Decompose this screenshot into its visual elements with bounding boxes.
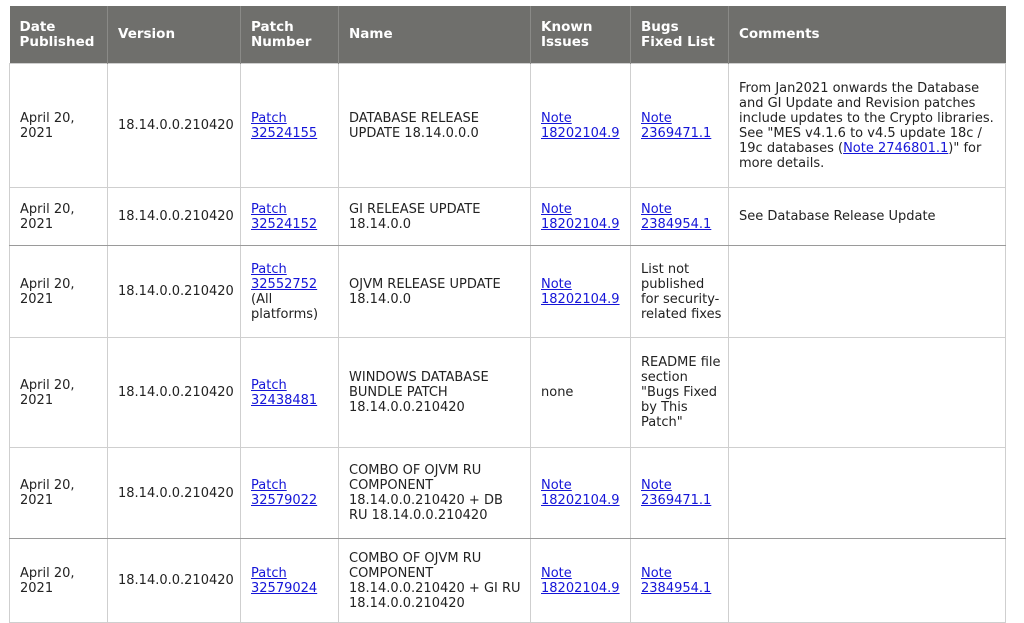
cell-version: 18.14.0.0.210420 (107, 447, 241, 539)
cell-known-issues: Note 18202104.9 (530, 447, 631, 539)
header-patch-number: Patch Number (240, 6, 339, 64)
header-name: Name (338, 6, 531, 64)
table-row: April 20, 2021 18.14.0.0.210420 Patch 3252… (9, 63, 1006, 188)
patch-link[interactable]: Patch 32579024 (251, 566, 317, 596)
cell-known-issues: Note 18202104.9 (530, 245, 631, 338)
cell-known-issues: Note 18202104.9 (530, 63, 631, 188)
table-row: April 20, 2021 18.14.0.0.210420 Patch 3257… (9, 538, 1006, 623)
cell-name: COMBO OF OJVM RU COMPONENT 18.14.0.0.210… (338, 538, 531, 623)
bugs-fixed-link[interactable]: Note 2384954.1 (641, 202, 711, 232)
header-known-issues: Known Issues (530, 6, 631, 64)
cell-comments (728, 447, 1006, 539)
cell-bugs-fixed-list: Note 2369471.1 (630, 447, 729, 539)
known-issues-link[interactable]: Note 18202104.9 (541, 111, 620, 141)
cell-name: GI RELEASE UPDATE 18.14.0.0 (338, 187, 531, 246)
cell-known-issues: none (530, 337, 631, 448)
cell-version: 18.14.0.0.210420 (107, 63, 241, 188)
cell-patch-number: Patch 32552752 (All platforms) (240, 245, 339, 338)
cell-version: 18.14.0.0.210420 (107, 187, 241, 246)
known-issues-text: none (541, 385, 574, 400)
patch-link[interactable]: Patch 32438481 (251, 378, 317, 408)
cell-comments (728, 538, 1006, 623)
table-row: April 20, 2021 18.14.0.0.210420 Patch 3257… (9, 447, 1006, 539)
header-date-published: Date Published (9, 6, 108, 64)
known-issues-link[interactable]: Note 18202104.9 (541, 478, 620, 508)
cell-name: WINDOWS DATABASE BUNDLE PATCH 18.14.0.0.… (338, 337, 531, 448)
cell-date-published: April 20, 2021 (9, 187, 108, 246)
bugs-fixed-text: README file section "Bugs Fixed by This … (641, 355, 721, 430)
cell-name: OJVM RELEASE UPDATE 18.14.0.0 (338, 245, 531, 338)
cell-version: 18.14.0.0.210420 (107, 538, 241, 623)
cell-known-issues: Note 18202104.9 (530, 538, 631, 623)
cell-bugs-fixed-list: List not published for security-related … (630, 245, 729, 338)
cell-name: DATABASE RELEASE UPDATE 18.14.0.0.0 (338, 63, 531, 188)
patch-link[interactable]: Patch 32552752 (251, 262, 317, 292)
comment-text: See Database Release Update (739, 209, 936, 224)
patch-platform-note: (All platforms) (251, 291, 319, 322)
cell-patch-number: Patch 32579022 (240, 447, 339, 539)
cell-date-published: April 20, 2021 (9, 447, 108, 539)
cell-name: COMBO OF OJVM RU COMPONENT 18.14.0.0.210… (338, 447, 531, 539)
known-issues-link[interactable]: Note 18202104.9 (541, 277, 620, 307)
patch-table-container: Date Published Version Patch Number Name… (9, 6, 1006, 623)
cell-comments (728, 337, 1006, 448)
bugs-fixed-text: List not published for security-related … (641, 261, 722, 322)
header-version: Version (107, 6, 241, 64)
cell-patch-number: Patch 32438481 (240, 337, 339, 448)
bugs-fixed-link[interactable]: Note 2384954.1 (641, 566, 711, 596)
patch-link[interactable]: Patch 32579022 (251, 478, 317, 508)
table-row: April 20, 2021 18.14.0.0.210420 Patch 3252… (9, 187, 1006, 246)
patch-link[interactable]: Patch 32524155 (251, 111, 317, 141)
patch-table: Date Published Version Patch Number Name… (9, 6, 1006, 623)
known-issues-link[interactable]: Note 18202104.9 (541, 566, 620, 596)
cell-comments: From Jan2021 onwards the Database and GI… (728, 63, 1006, 188)
cell-version: 18.14.0.0.210420 (107, 245, 241, 338)
header-bugs-fixed-list: Bugs Fixed List (630, 6, 729, 64)
header-comments: Comments (728, 6, 1006, 64)
cell-date-published: April 20, 2021 (9, 63, 108, 188)
header-row: Date Published Version Patch Number Name… (9, 6, 1006, 64)
cell-version: 18.14.0.0.210420 (107, 337, 241, 448)
known-issues-link[interactable]: Note 18202104.9 (541, 202, 620, 232)
cell-comments (728, 245, 1006, 338)
cell-known-issues: Note 18202104.9 (530, 187, 631, 246)
table-row: April 20, 2021 18.14.0.0.210420 Patch 3255… (9, 245, 1006, 338)
cell-patch-number: Patch 32524152 (240, 187, 339, 246)
cell-patch-number: Patch 32524155 (240, 63, 339, 188)
table-row: April 20, 2021 18.14.0.0.210420 Patch 3243… (9, 337, 1006, 448)
cell-bugs-fixed-list: Note 2384954.1 (630, 538, 729, 623)
cell-comments: See Database Release Update (728, 187, 1006, 246)
cell-date-published: April 20, 2021 (9, 337, 108, 448)
cell-date-published: April 20, 2021 (9, 538, 108, 623)
cell-bugs-fixed-list: README file section "Bugs Fixed by This … (630, 337, 729, 448)
cell-bugs-fixed-list: Note 2384954.1 (630, 187, 729, 246)
patch-link[interactable]: Patch 32524152 (251, 202, 317, 232)
bugs-fixed-link[interactable]: Note 2369471.1 (641, 478, 711, 508)
bugs-fixed-link[interactable]: Note 2369471.1 (641, 111, 711, 141)
cell-bugs-fixed-list: Note 2369471.1 (630, 63, 729, 188)
cell-date-published: April 20, 2021 (9, 245, 108, 338)
cell-patch-number: Patch 32579024 (240, 538, 339, 623)
comment-note-link[interactable]: Note 2746801.1 (843, 141, 948, 156)
